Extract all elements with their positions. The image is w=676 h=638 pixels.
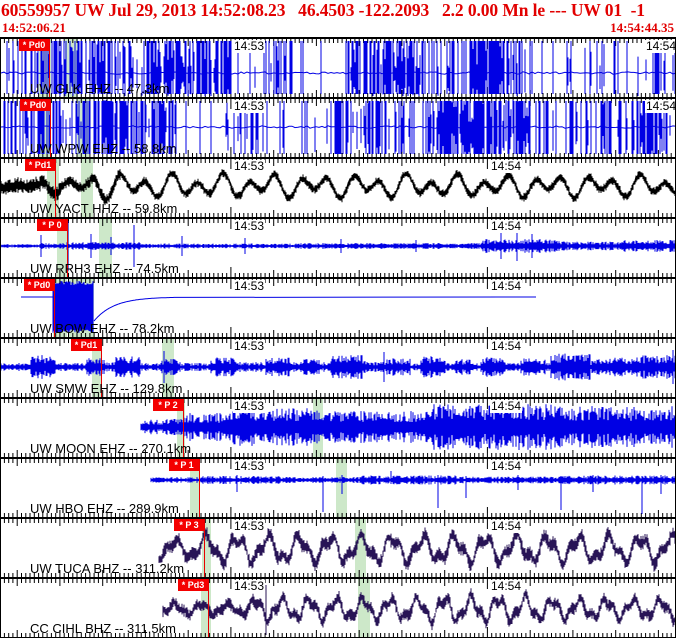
- pick-flag[interactable]: * Pd0: [20, 99, 50, 111]
- trace-panel-8[interactable]: 14:53 14:54 UW HBO EHZ -- 289.9km * P 1: [0, 459, 676, 519]
- pick-line[interactable]: [199, 459, 200, 517]
- station-label: UW WPW EHZ -- 58.8km: [30, 141, 177, 156]
- pick-flag[interactable]: * P 3: [174, 519, 204, 531]
- waveform-trace: [1, 169, 676, 205]
- minute-label: 14:53: [233, 580, 265, 593]
- trace-panel-3[interactable]: 14:53 14:54 UW YACT HHZ -- 59.8km * Pd1: [0, 159, 676, 219]
- station-label: UW YACT HHZ -- 59.8km: [30, 201, 177, 216]
- waveform-trace: [141, 404, 676, 450]
- minute-label: 14:54: [490, 580, 522, 593]
- pick-flag[interactable]: * P 1: [169, 459, 199, 471]
- minute-label: 14:53: [233, 280, 265, 293]
- trace-panel-4[interactable]: 14:53 14:54 UW RRH3 EHZ -- 74.5km * P 0: [0, 219, 676, 279]
- trace-panel-1[interactable]: 14:53 14:54 UW GLK EHZ -- 47.3km * Pd0: [0, 39, 676, 99]
- minute-label: 14:53: [233, 520, 265, 533]
- trace-panel-10[interactable]: 14:53 14:54 CC CIHL BHZ -- 311.5km * Pd3: [0, 579, 676, 638]
- pick-flag[interactable]: * Pd1: [71, 339, 101, 351]
- minute-label: 14:53: [233, 40, 265, 53]
- station-label: UW TUCA BHZ -- 311.2km: [30, 561, 184, 576]
- minute-label: 14:53: [233, 340, 265, 353]
- trace-panel-9[interactable]: 14:53 14:54 UW TUCA BHZ -- 311.2km * P 3: [0, 519, 676, 579]
- trace-panels: 14:5314:54UW GLK EHZ -- 47.3km* Pd014:53…: [0, 37, 676, 638]
- waveform-trace: [159, 527, 676, 572]
- minute-label: 14:54: [490, 520, 522, 533]
- minute-label: 14:54: [490, 160, 522, 173]
- minute-label: 14:53: [233, 220, 265, 233]
- minute-label: 14:54: [490, 400, 522, 413]
- minute-label: 14:54: [490, 460, 522, 473]
- pick-flag[interactable]: * Pd0: [19, 39, 49, 51]
- station-label: UW GLK EHZ -- 47.3km: [30, 81, 169, 96]
- minute-label: 14:54: [490, 220, 522, 233]
- minute-label: 14:53: [233, 100, 265, 113]
- minute-label: 14:53: [233, 400, 265, 413]
- pick-flag[interactable]: * Pd1: [25, 159, 55, 171]
- pick-flag[interactable]: * P 0: [37, 219, 67, 231]
- station-label: UW RRH3 EHZ -- 74.5km: [30, 261, 179, 276]
- window-start-time: 14:52:06.21: [2, 20, 66, 36]
- station-label: UW SMW EHZ -- 129.8km: [30, 381, 182, 396]
- window-end-time: 14:54:44.35: [610, 20, 674, 36]
- station-label: UW BOW EHZ -- 78.2km: [30, 321, 174, 336]
- waveform-trace: [1, 350, 676, 384]
- station-label: UW HBO EHZ -- 289.9km: [30, 501, 179, 516]
- pick-flag[interactable]: * Pd3: [178, 579, 208, 591]
- event-header: 60559957 UW Jul 29, 2013 14:52:08.23 46.…: [0, 0, 676, 37]
- pick-line[interactable]: [208, 579, 209, 637]
- minute-label: 14:54: [490, 280, 522, 293]
- waveform-trace: [151, 471, 676, 514]
- minute-label: 14:54: [645, 40, 676, 53]
- station-label: UW MOON EHZ -- 270.1km: [30, 441, 191, 456]
- trace-panel-7[interactable]: 14:53 14:54 UW MOON EHZ -- 270.1km * P 2: [0, 399, 676, 459]
- trace-panel-6[interactable]: 14:53 14:54 UW SMW EHZ -- 129.8km * Pd1: [0, 339, 676, 399]
- minute-label: 14:54: [490, 340, 522, 353]
- pick-flag[interactable]: * P 2: [153, 399, 183, 411]
- trace-panel-5[interactable]: 14:53 14:54 UW BOW EHZ -- 78.2km * Pd0: [0, 279, 676, 339]
- seismogram-viewer: 60559957 UW Jul 29, 2013 14:52:08.23 46.…: [0, 0, 676, 638]
- minute-label: 14:53: [233, 460, 265, 473]
- minute-label: 14:53: [233, 160, 265, 173]
- pick-flag[interactable]: * Pd0: [24, 279, 54, 291]
- minute-label: 14:54: [645, 100, 676, 113]
- trace-panel-2[interactable]: 14:53 14:54 UW WPW EHZ -- 58.8km * Pd0: [0, 99, 676, 159]
- station-label: CC CIHL BHZ -- 311.5km: [30, 621, 176, 636]
- pick-line[interactable]: [204, 519, 205, 577]
- event-summary: 60559957 UW Jul 29, 2013 14:52:08.23 46.…: [1, 0, 645, 21]
